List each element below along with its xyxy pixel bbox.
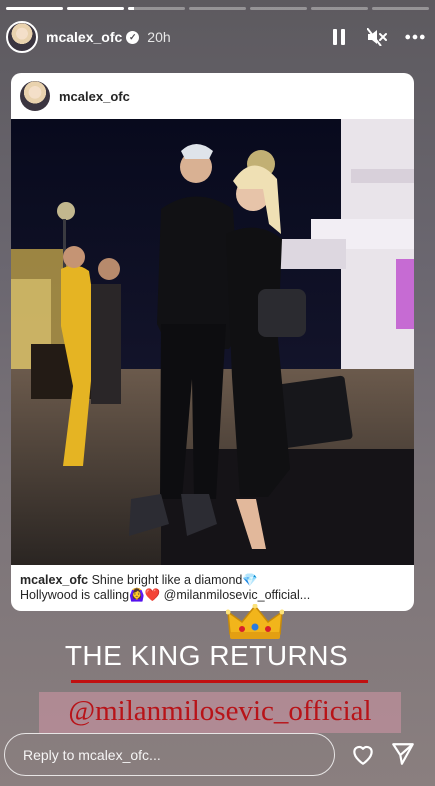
more-icon[interactable] — [405, 27, 425, 47]
post-username[interactable]: mcalex_ofc — [59, 89, 130, 104]
post-caption: mcalex_ofc Shine bright like a diamond💎 … — [20, 573, 406, 603]
avatar[interactable] — [6, 21, 38, 53]
story-time: 20h — [147, 29, 171, 45]
crown-sticker-icon — [225, 603, 285, 640]
story-header: mcalex_ofc ✓ 20h — [6, 20, 425, 54]
progress-segment — [189, 7, 246, 10]
mention-sticker[interactable]: @milanmilosevic_official — [39, 692, 401, 733]
caption-line-2: Hollywood is calling🙆‍♀️❤️ @milanmilosev… — [20, 588, 311, 602]
verified-badge-icon: ✓ — [126, 30, 140, 44]
reply-input[interactable]: Reply to mcalex_ofc... — [4, 733, 335, 776]
heart-icon[interactable] — [350, 741, 376, 767]
progress-segment — [67, 7, 124, 10]
story-progress-bar — [6, 7, 429, 10]
post-header: mcalex_ofc — [11, 73, 414, 119]
pause-icon[interactable] — [329, 27, 349, 47]
send-icon[interactable] — [390, 741, 416, 767]
caption-line-1: Shine bright like a diamond💎 — [88, 573, 258, 587]
story-headline-text: THE KING RETURNS — [64, 640, 349, 671]
mute-icon[interactable] — [367, 27, 387, 47]
avatar[interactable] — [20, 81, 50, 111]
post-photo[interactable] — [11, 119, 414, 565]
reply-placeholder: Reply to mcalex_ofc... — [23, 746, 161, 763]
progress-segment — [6, 7, 63, 10]
story-username[interactable]: mcalex_ofc — [46, 29, 122, 45]
progress-segment — [372, 7, 429, 10]
progress-segment — [128, 7, 185, 10]
caption-username[interactable]: mcalex_ofc — [20, 573, 88, 587]
progress-segment — [311, 7, 368, 10]
progress-segment — [250, 7, 307, 10]
shared-post-card[interactable]: mcalex_ofc mcalex_ofc Shine bright like … — [11, 73, 414, 611]
headline-underline — [71, 680, 368, 683]
